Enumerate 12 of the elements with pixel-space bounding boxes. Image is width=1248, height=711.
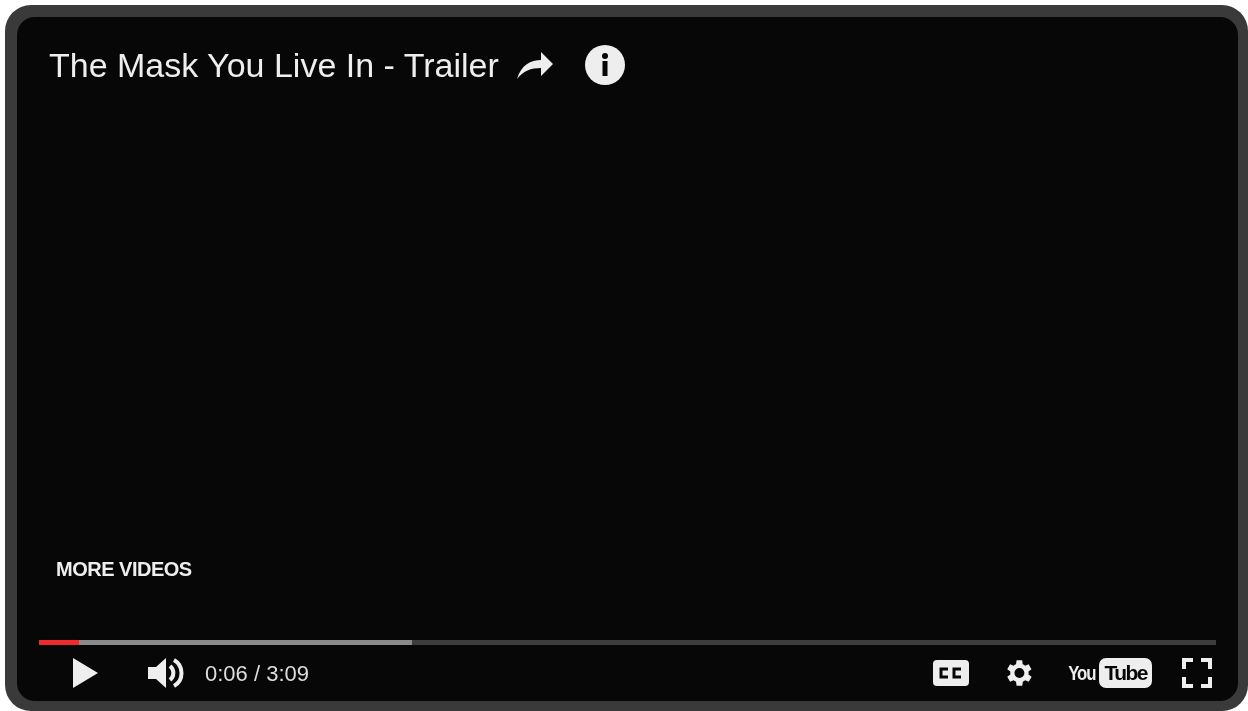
info-icon[interactable]: [584, 45, 625, 85]
captions-icon[interactable]: [932, 658, 969, 688]
progress-bar[interactable]: [39, 640, 1216, 645]
fullscreen-icon[interactable]: [1182, 658, 1212, 688]
logo-text: You: [1068, 660, 1096, 687]
youtube-logo[interactable]: You Tube: [1064, 657, 1152, 689]
volume-icon[interactable]: [147, 656, 185, 690]
video-title[interactable]: The Mask You Live In - Trailer: [49, 43, 499, 87]
more-videos-link[interactable]: MORE VIDEOS: [56, 554, 192, 584]
play-icon[interactable]: [71, 657, 99, 689]
logo-badge: Tube: [1099, 658, 1152, 688]
time-display: 0:06 / 3:09: [205, 659, 309, 688]
